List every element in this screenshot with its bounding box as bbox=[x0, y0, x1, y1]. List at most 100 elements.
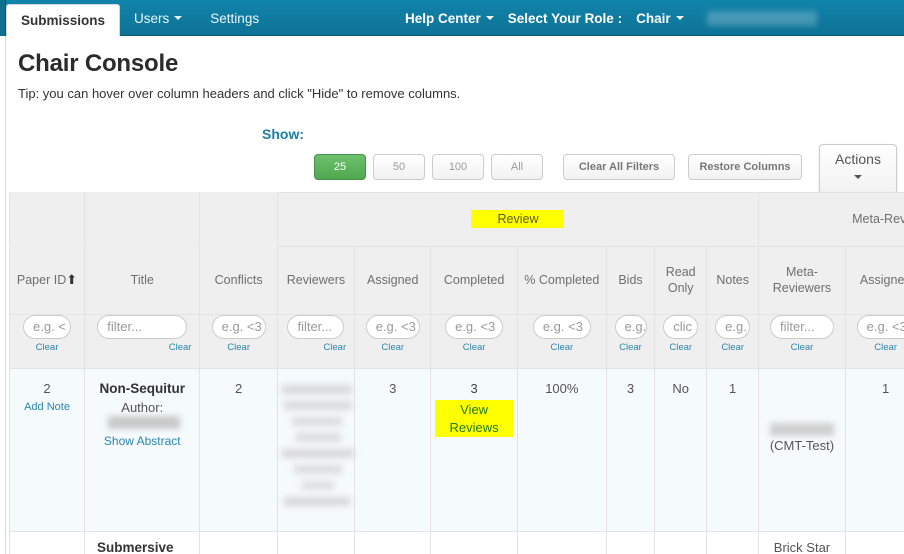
cell-notes bbox=[706, 531, 760, 554]
table-filter-row: e.g. < Clear filter... Clear e.g. <3 Cle… bbox=[9, 314, 904, 369]
cell-pct-completed: 100% bbox=[516, 368, 607, 532]
filter-input-pct-completed[interactable]: e.g. <3 bbox=[532, 315, 591, 339]
col-header-bids[interactable]: Bids bbox=[605, 246, 656, 315]
chevron-down-icon bbox=[854, 175, 862, 179]
filter-input-reviewers[interactable]: filter... bbox=[287, 315, 345, 339]
submissions-table-container[interactable]: Review Meta-Review Paper ID⬆ Title Confl… bbox=[9, 192, 904, 554]
chair-console-page: Submissions Users Settings Help Center S… bbox=[0, 0, 904, 554]
filter-clear-notes[interactable]: Clear bbox=[707, 342, 758, 353]
filter-cell-reviewers: filter... Clear bbox=[276, 314, 356, 369]
page-size-50-button[interactable]: 50 bbox=[373, 154, 425, 180]
cell-title: Non-Sequitur Author: Show Abstract bbox=[84, 368, 201, 532]
cell-read-only[interactable]: No bbox=[654, 368, 708, 532]
filter-clear-completed[interactable]: Clear bbox=[431, 342, 517, 353]
nav-help-center-label: Help Center bbox=[405, 10, 481, 26]
nav-help-center[interactable]: Help Center bbox=[398, 0, 501, 36]
top-navbar: Submissions Users Settings Help Center S… bbox=[6, 0, 904, 36]
filter-clear-paper-id[interactable]: Clear bbox=[10, 342, 84, 353]
filter-clear-read-only[interactable]: Clear bbox=[655, 342, 706, 353]
group-header-blank-3 bbox=[199, 192, 278, 247]
paper-title[interactable]: Submersive bbox=[97, 540, 199, 554]
col-header-title[interactable]: Title bbox=[84, 246, 201, 315]
cell-paper-id[interactable]: 2 Add Note bbox=[9, 368, 86, 532]
filter-input-bids[interactable]: e.g. bbox=[614, 315, 647, 339]
nav-tab-submissions[interactable]: Submissions bbox=[6, 4, 121, 36]
filter-cell-paper-id: e.g. < Clear bbox=[9, 314, 86, 369]
col-header-read-only[interactable]: Read Only bbox=[654, 246, 708, 315]
filter-clear-title[interactable]: Clear bbox=[85, 342, 199, 353]
filter-clear-meta-reviewers[interactable]: Clear bbox=[759, 342, 845, 353]
restore-columns-button[interactable]: Restore Columns bbox=[688, 154, 802, 180]
col-header-review-completed[interactable]: Completed bbox=[430, 246, 518, 315]
col-header-meta-reviewers[interactable]: Meta-Reviewers bbox=[758, 246, 846, 315]
filter-cell-completed: e.g. <3 Clear bbox=[430, 314, 518, 369]
filter-clear-assigned[interactable]: Clear bbox=[355, 342, 430, 353]
col-header-review-assigned[interactable]: Assigned bbox=[354, 246, 432, 315]
cell-review-assigned bbox=[354, 531, 432, 554]
view-reviews-link[interactable]: View Reviews bbox=[435, 400, 513, 438]
table-filter-body: e.g. < Clear filter... Clear e.g. <3 Cle… bbox=[9, 314, 904, 369]
filter-cell-meta-reviewers: filter... Clear bbox=[758, 314, 846, 369]
filter-cell-conflicts: e.g. <3 Clear bbox=[199, 314, 278, 369]
col-header-notes[interactable]: Notes bbox=[706, 246, 760, 315]
page-size-100-button[interactable]: 100 bbox=[432, 154, 484, 180]
page-tip: Tip: you can hover over column headers a… bbox=[18, 86, 461, 101]
filter-clear-pct-completed[interactable]: Clear bbox=[518, 342, 606, 353]
author-label: Author: bbox=[121, 400, 164, 415]
paper-title[interactable]: Non-Sequitur bbox=[89, 381, 195, 396]
meta-reviewer-org: (CMT-Test) bbox=[769, 438, 835, 453]
cell-meta-assigned[interactable]: 1 bbox=[844, 368, 904, 532]
show-abstract-link[interactable]: Show Abstract bbox=[89, 434, 195, 448]
redacted-reviewer-list bbox=[281, 381, 362, 531]
group-header-review[interactable]: Review bbox=[276, 192, 760, 247]
filter-input-meta-reviewers[interactable]: filter... bbox=[769, 315, 834, 339]
filter-input-assigned[interactable]: e.g. <3 bbox=[365, 315, 420, 339]
page-size-all-button[interactable]: All bbox=[491, 154, 543, 180]
nav-role-selector[interactable]: Chair bbox=[629, 0, 691, 36]
filter-input-meta-assigned[interactable]: e.g. <3 bbox=[856, 315, 904, 339]
col-header-conflicts[interactable]: Conflicts bbox=[199, 246, 278, 315]
nav-tab-submissions-label: Submissions bbox=[21, 13, 106, 28]
sort-ascending-icon: ⬆ bbox=[66, 272, 78, 288]
table-row: Submersive Brick Star bbox=[9, 531, 904, 554]
col-header-reviewers[interactable]: Reviewers bbox=[276, 246, 356, 315]
filter-input-paper-id[interactable]: e.g. < bbox=[23, 315, 72, 339]
filter-clear-conflicts[interactable]: Clear bbox=[200, 342, 276, 353]
cell-paper-id[interactable] bbox=[9, 531, 86, 554]
actions-button-label: Actions bbox=[835, 151, 881, 167]
filter-input-read-only[interactable]: clic bbox=[663, 315, 699, 339]
clear-all-filters-button[interactable]: Clear All Filters bbox=[563, 154, 675, 180]
cell-meta-assigned bbox=[844, 531, 904, 554]
filter-cell-assigned: e.g. <3 Clear bbox=[354, 314, 432, 369]
filter-clear-bids[interactable]: Clear bbox=[607, 342, 654, 353]
col-header-meta-assigned[interactable]: Assigned bbox=[844, 246, 904, 315]
filter-cell-bids: e.g. Clear bbox=[605, 314, 656, 369]
cell-review-assigned[interactable]: 3 bbox=[354, 368, 432, 532]
filter-cell-title: filter... Clear bbox=[84, 314, 201, 369]
nav-tab-settings-label: Settings bbox=[210, 10, 260, 26]
filter-cell-pct-completed: e.g. <3 Clear bbox=[516, 314, 607, 369]
filter-clear-meta-assigned[interactable]: Clear bbox=[846, 342, 904, 353]
col-header-paper-id[interactable]: Paper ID⬆ bbox=[9, 246, 86, 315]
filter-input-conflicts[interactable]: e.g. <3 bbox=[211, 315, 266, 339]
add-note-link[interactable]: Add Note bbox=[14, 401, 80, 413]
nav-tab-users[interactable]: Users bbox=[120, 0, 196, 36]
select-your-role-text: Select Your Role : bbox=[507, 10, 623, 26]
filter-input-title[interactable]: filter... bbox=[97, 315, 188, 339]
show-label: Show: bbox=[262, 126, 304, 142]
filter-input-completed[interactable]: e.g. <3 bbox=[445, 315, 504, 339]
chevron-down-icon bbox=[675, 16, 684, 20]
cell-notes[interactable]: 1 bbox=[706, 368, 760, 532]
filter-input-notes[interactable]: e.g. bbox=[715, 315, 751, 339]
nav-role-label: Chair bbox=[636, 10, 671, 26]
group-header-meta-review[interactable]: Meta-Review bbox=[758, 192, 904, 247]
nav-tab-settings[interactable]: Settings bbox=[196, 0, 273, 36]
col-header-pct-completed[interactable]: % Completed bbox=[516, 246, 607, 315]
cell-conflicts[interactable]: 2 bbox=[199, 368, 278, 532]
filter-clear-reviewers[interactable]: Clear bbox=[278, 342, 354, 353]
group-header-blank bbox=[9, 192, 86, 247]
review-completed-count: 3 bbox=[470, 381, 478, 396]
actions-button[interactable]: Actions bbox=[819, 144, 897, 194]
page-title: Chair Console bbox=[18, 50, 179, 77]
page-size-25-button[interactable]: 25 bbox=[314, 154, 366, 180]
